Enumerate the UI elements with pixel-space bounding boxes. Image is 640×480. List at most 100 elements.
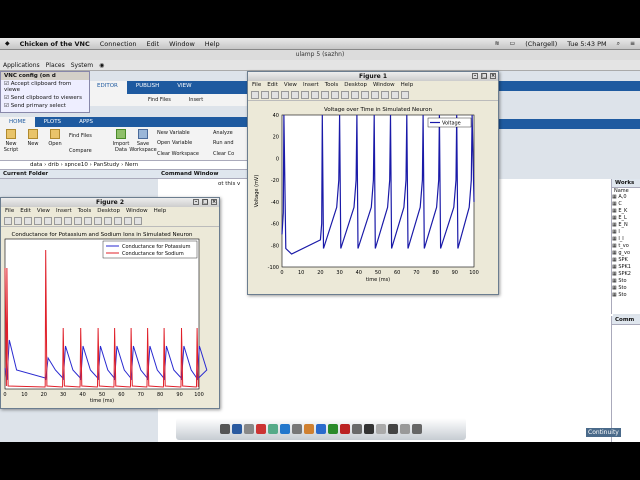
zoom-in-icon[interactable] <box>301 91 309 99</box>
open-variable-button[interactable]: Open Variable <box>157 140 207 146</box>
minimize-button[interactable]: - <box>193 199 199 205</box>
minimize-button[interactable]: - <box>472 73 478 79</box>
new-script-button[interactable]: New Script <box>0 127 22 160</box>
open-button[interactable]: Open <box>44 127 66 160</box>
open-icon[interactable] <box>261 91 269 99</box>
workspace-item[interactable]: ▦ E_N <box>612 222 640 229</box>
vnc-option[interactable]: ☑ Send primary select <box>1 102 89 110</box>
dock-app-icon[interactable] <box>220 424 230 434</box>
clear-commands-button[interactable]: Clear Co <box>213 151 237 157</box>
menu-desktop[interactable]: Desktop <box>97 207 120 216</box>
tab-apps[interactable]: APPS <box>70 117 102 127</box>
list-icon[interactable]: ≡ <box>630 40 635 47</box>
maximize-button[interactable]: □ <box>202 199 208 205</box>
tab-publish[interactable]: PUBLISH <box>127 81 168 94</box>
zoom-in-icon[interactable] <box>54 217 62 225</box>
workspace-item[interactable]: ▦ SPK1 <box>612 264 640 271</box>
workspace-item[interactable]: ▦ I <box>612 229 640 236</box>
close-button[interactable]: × <box>490 73 496 79</box>
workspace-item[interactable]: ▦ C <box>612 201 640 208</box>
workspace-item[interactable]: ▦ I_I <box>612 236 640 243</box>
path-seg[interactable]: PanStudy <box>94 161 120 169</box>
pan-icon[interactable] <box>74 217 82 225</box>
menu-edit[interactable]: Edit <box>147 40 160 48</box>
menu-help[interactable]: Help <box>205 40 220 48</box>
system-menu[interactable]: System <box>71 62 93 69</box>
workspace-item[interactable]: ▦ g_vo <box>612 250 640 257</box>
new-variable-button[interactable]: New Variable <box>157 130 207 136</box>
menu-edit[interactable]: Edit <box>20 207 31 216</box>
menu-file[interactable]: File <box>5 207 14 216</box>
colorbar-icon[interactable] <box>371 91 379 99</box>
dock-app-icon[interactable] <box>352 424 362 434</box>
menu-help[interactable]: Help <box>401 81 414 90</box>
dock-app-icon[interactable] <box>400 424 410 434</box>
close-button[interactable]: × <box>211 199 217 205</box>
save-icon[interactable] <box>24 217 32 225</box>
link-icon[interactable] <box>361 91 369 99</box>
print-icon[interactable] <box>34 217 42 225</box>
pointer-icon[interactable] <box>44 217 52 225</box>
menu-view[interactable]: View <box>37 207 50 216</box>
hide-tools-icon[interactable] <box>391 91 399 99</box>
applications-menu[interactable]: Applications <box>3 62 40 69</box>
run-and-button[interactable]: Run and <box>213 140 237 146</box>
legend-icon[interactable] <box>381 91 389 99</box>
path-seg[interactable]: spnce10 <box>65 161 88 169</box>
dock-app-icon[interactable] <box>256 424 266 434</box>
workspace-item[interactable]: ▦ E_K <box>612 208 640 215</box>
vnc-option[interactable]: ☑ Accept clipboard from viewe <box>1 80 89 94</box>
workspace-item[interactable]: ▦ Sto <box>612 278 640 285</box>
dock-app-icon[interactable] <box>328 424 338 434</box>
menu-window[interactable]: Window <box>373 81 395 90</box>
tab-view[interactable]: VIEW <box>168 81 200 94</box>
tab-plots[interactable]: PLOTS <box>35 117 70 127</box>
dock-app-icon[interactable] <box>340 424 350 434</box>
data-cursor-icon[interactable] <box>94 217 102 225</box>
path-seg[interactable]: drib <box>48 161 59 169</box>
tab-home[interactable]: HOME <box>0 117 35 127</box>
rotate-icon[interactable] <box>84 217 92 225</box>
path-seg[interactable]: data <box>30 161 42 169</box>
dock-app-icon[interactable] <box>244 424 254 434</box>
vnc-option[interactable]: ☑ Send clipboard to viewers <box>1 94 89 102</box>
brush-icon[interactable] <box>351 91 359 99</box>
menu-insert[interactable]: Insert <box>303 81 319 90</box>
pointer-icon[interactable] <box>291 91 299 99</box>
menu-tools[interactable]: Tools <box>78 207 92 216</box>
save-icon[interactable] <box>271 91 279 99</box>
data-cursor-icon[interactable] <box>341 91 349 99</box>
zoom-out-icon[interactable] <box>64 217 72 225</box>
workspace-item[interactable]: ▦ t_vo <box>612 243 640 250</box>
launcher-icon[interactable]: ◉ <box>99 62 104 69</box>
analyze-button[interactable]: Analyze <box>213 130 237 136</box>
menu-view[interactable]: View <box>284 81 297 90</box>
search-icon[interactable]: ⌕ <box>617 40 620 48</box>
dock-app-icon[interactable] <box>316 424 326 434</box>
dock-app-icon[interactable] <box>376 424 386 434</box>
figure2-plot[interactable]: Conductance for Potassium and Sodium Ion… <box>1 227 219 408</box>
path-bar[interactable]: data › drib › spnce10 › PanStudy › Nern <box>0 161 248 170</box>
workspace-item[interactable]: ▦ SPK <box>612 257 640 264</box>
dock-app-icon[interactable] <box>304 424 314 434</box>
pan-icon[interactable] <box>321 91 329 99</box>
path-seg[interactable]: Nern <box>125 161 138 169</box>
brush-icon[interactable] <box>104 217 112 225</box>
clock[interactable]: Tue 5:43 PM <box>567 40 606 48</box>
maximize-button[interactable]: □ <box>481 73 487 79</box>
figure1-plot[interactable]: Voltage over Time in Simulated Neuron 0 10… <box>248 101 498 294</box>
zoom-out-icon[interactable] <box>311 91 319 99</box>
dock-icon[interactable] <box>401 91 409 99</box>
menu-connection[interactable]: Connection <box>100 40 137 48</box>
apple-icon[interactable]: ◆ <box>5 40 10 47</box>
workspace-item[interactable]: ▦ Sto <box>612 285 640 292</box>
rotate-icon[interactable] <box>331 91 339 99</box>
print-icon[interactable] <box>281 91 289 99</box>
menu-tools[interactable]: Tools <box>325 81 339 90</box>
menu-desktop[interactable]: Desktop <box>344 81 367 90</box>
dock-app-icon[interactable] <box>364 424 374 434</box>
new-figure-icon[interactable] <box>251 91 259 99</box>
new-figure-icon[interactable] <box>4 217 12 225</box>
battery-icon[interactable]: ▭ <box>510 40 516 47</box>
new-button[interactable]: New <box>22 127 44 160</box>
